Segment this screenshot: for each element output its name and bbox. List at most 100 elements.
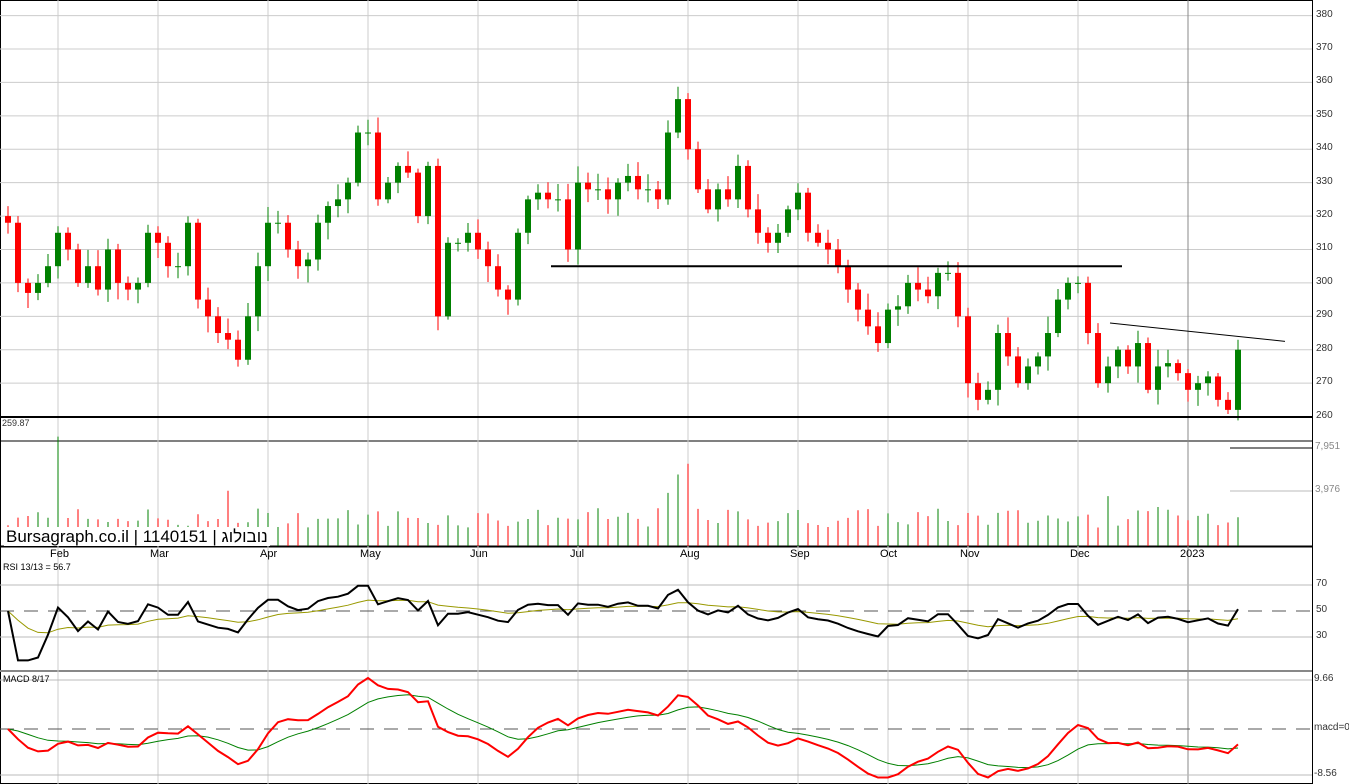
candle-body <box>1125 349 1131 367</box>
candle-body <box>45 266 51 283</box>
candle-body <box>485 249 491 267</box>
candle-body <box>755 209 761 233</box>
candle-body <box>1025 366 1031 384</box>
candle-body <box>195 222 201 300</box>
price-tick-label: 300 <box>1316 275 1333 287</box>
month-label: Nov <box>960 548 980 560</box>
candle-body <box>1145 343 1151 390</box>
macd-label: MACD 8/17 <box>3 674 50 684</box>
price-tick-label: 320 <box>1316 209 1333 221</box>
candle-body <box>1225 399 1231 410</box>
candle-body <box>175 266 181 268</box>
candle-body <box>555 199 561 201</box>
candle-body <box>435 165 441 317</box>
candle-body <box>125 282 131 290</box>
candle-body <box>85 266 91 283</box>
candle-body <box>295 249 301 267</box>
candle-body <box>805 192 811 233</box>
candle-body <box>1095 333 1101 384</box>
rsi-tick-label: 30 <box>1316 630 1328 641</box>
candle-body <box>675 99 681 133</box>
candle-body <box>345 182 351 200</box>
month-label: Dec <box>1070 548 1090 560</box>
chart-title: Bursagraph.co.il | 1140151 | נובולוג <box>4 527 270 546</box>
candle-body <box>235 339 241 360</box>
macd-tick-label: macd=0 <box>1314 722 1349 733</box>
volume-tick-label: 7,951 <box>1315 441 1341 452</box>
rsi-line <box>7 584 1239 662</box>
month-label: Oct <box>880 548 898 560</box>
candle-body <box>355 132 361 183</box>
candle-body <box>595 189 601 191</box>
candle-body <box>115 249 121 283</box>
rsi-label: RSI 13/13 = 56.7 <box>3 562 71 572</box>
candle-body <box>1075 282 1081 284</box>
candle-body <box>65 232 71 250</box>
candle-body <box>1235 349 1241 410</box>
candle-body <box>925 289 931 297</box>
candle-body <box>875 326 881 344</box>
candle-body <box>145 232 151 283</box>
candle-body <box>515 232 521 300</box>
candle-body <box>565 199 571 250</box>
candle-body <box>1035 356 1041 367</box>
candle-body <box>265 222 271 267</box>
candle-body <box>155 232 161 243</box>
candle-body <box>425 165 431 217</box>
price-tick-label: 260 <box>1316 409 1333 421</box>
candle-body <box>975 383 981 400</box>
candle-body <box>1115 349 1121 367</box>
candle-body <box>995 333 1001 390</box>
candle-body <box>795 192 801 210</box>
candle-body <box>865 309 871 327</box>
candle-body <box>905 282 911 307</box>
candle-body <box>135 282 141 290</box>
price-tick-label: 350 <box>1316 108 1333 120</box>
candle-body <box>105 249 111 290</box>
price-tick-label: 370 <box>1316 41 1333 53</box>
candle-body <box>765 232 771 243</box>
candle-body <box>1065 282 1071 300</box>
candle-body <box>845 266 851 290</box>
candle-body <box>1185 373 1191 390</box>
candle-body <box>185 222 191 267</box>
rsi-tick-label: 50 <box>1316 604 1328 615</box>
candle-body <box>75 249 81 283</box>
candle-body <box>365 132 371 134</box>
candle-body <box>815 232 821 243</box>
candle-body <box>1175 363 1181 374</box>
candle-body <box>495 266 501 290</box>
candle-body <box>1015 356 1021 384</box>
candle-body <box>465 232 471 243</box>
chart-canvas <box>0 0 1313 784</box>
candle-body <box>605 189 611 200</box>
candle-body <box>705 189 711 210</box>
candle-body <box>615 182 621 200</box>
candle-body <box>385 182 391 200</box>
candle-body <box>725 189 731 200</box>
candle-body <box>535 192 541 200</box>
candle-body <box>1165 363 1171 367</box>
trend-line <box>1109 322 1286 342</box>
candle-body <box>325 206 331 223</box>
macd-tick-label: 9.66 <box>1314 673 1334 684</box>
candle-body <box>935 272 941 297</box>
price-tick-label: 380 <box>1316 8 1333 20</box>
month-label: Feb <box>50 548 69 560</box>
candle-body <box>745 165 751 210</box>
candle-body <box>5 216 11 223</box>
candle-body <box>955 272 961 317</box>
candle-body <box>445 242 451 317</box>
price-tick-label: 360 <box>1316 75 1333 87</box>
candle-body <box>945 272 951 274</box>
candle-body <box>55 232 61 267</box>
candle-body <box>525 199 531 233</box>
candle-body <box>305 259 311 267</box>
candle-body <box>785 209 791 233</box>
candle-body <box>1215 376 1221 400</box>
candle-body <box>625 175 631 183</box>
candle-body <box>215 316 221 334</box>
price-tick-label: 280 <box>1316 342 1333 354</box>
candle-body <box>165 242 171 267</box>
candle-body <box>15 222 21 283</box>
